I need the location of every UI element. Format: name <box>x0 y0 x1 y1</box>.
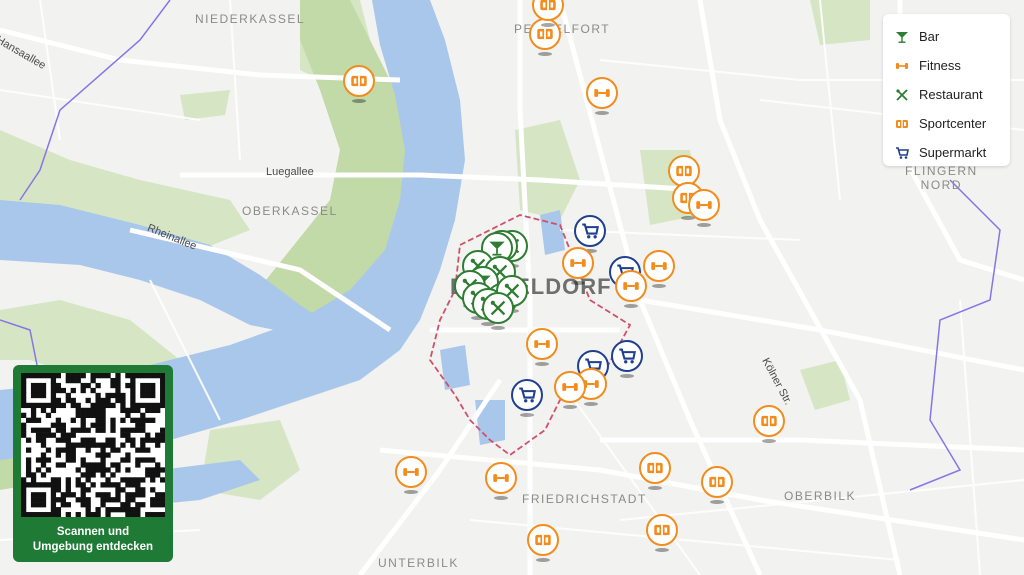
marker-shadow <box>620 374 634 378</box>
fitness-icon <box>554 371 586 403</box>
marker-shadow <box>541 23 555 27</box>
sportcenter-marker[interactable] <box>527 524 561 564</box>
fitness-icon <box>526 328 558 360</box>
fitness-icon <box>615 270 647 302</box>
fitness-icon <box>562 247 594 279</box>
fitness-marker[interactable] <box>395 456 429 496</box>
legend-label-restaurant: Restaurant <box>919 87 983 102</box>
sportcenter-icon <box>527 524 559 556</box>
legend-item-fitness[interactable]: Fitness <box>883 51 1010 80</box>
supermarkt-icon <box>574 215 606 247</box>
map-legend: Bar Fitness Restaurant Sportcenter Super… <box>883 14 1010 166</box>
sportcenter-icon <box>639 452 671 484</box>
marker-shadow <box>404 490 418 494</box>
fitness-marker[interactable] <box>526 328 560 368</box>
supermarkt-marker[interactable] <box>611 340 645 380</box>
qr-code-card[interactable]: Scannen und Umgebung entdecken <box>13 365 173 562</box>
fitness-marker[interactable] <box>615 270 649 310</box>
fitness-marker[interactable] <box>562 247 596 287</box>
marker-shadow <box>624 304 638 308</box>
marker-shadow <box>652 284 666 288</box>
marker-shadow <box>352 99 366 103</box>
marker-shadow <box>520 413 534 417</box>
sportcenter-icon <box>343 65 375 97</box>
marker-shadow <box>563 405 577 409</box>
sportcenter-marker[interactable] <box>646 514 680 554</box>
sportcenter-marker[interactable] <box>343 65 377 105</box>
fork-knife-icon <box>896 88 908 101</box>
restaurant-marker[interactable] <box>482 292 516 332</box>
sportcenter-marker[interactable] <box>701 466 735 506</box>
restaurant-icon <box>482 292 514 324</box>
marker-shadow <box>535 362 549 366</box>
cart-icon <box>896 146 909 159</box>
supermarkt-marker[interactable] <box>511 379 545 419</box>
marker-shadow <box>762 439 776 443</box>
marker-shadow <box>536 558 550 562</box>
sportcenter-icon <box>701 466 733 498</box>
qr-caption-line2: Umgebung entdecken <box>32 541 154 553</box>
sportcenter-icon <box>646 514 678 546</box>
fitness-icon <box>586 77 618 109</box>
qr-caption-line1: Scannen und <box>56 526 130 538</box>
qr-caption: Scannen und Umgebung entdecken <box>13 525 173 555</box>
marker-shadow <box>538 52 552 56</box>
fitness-icon <box>485 462 517 494</box>
legend-item-restaurant[interactable]: Restaurant <box>883 80 1010 109</box>
marker-shadow <box>697 223 711 227</box>
sportcenter-marker[interactable] <box>532 0 566 29</box>
fitness-marker[interactable] <box>586 77 620 117</box>
sportcenter-marker[interactable] <box>639 452 673 492</box>
qr-code <box>21 373 166 518</box>
sportcenter-marker[interactable] <box>753 405 787 445</box>
fitness-marker[interactable] <box>688 189 722 229</box>
marker-shadow <box>648 486 662 490</box>
supermarkt-icon <box>511 379 543 411</box>
dumbbell-icon <box>896 62 908 69</box>
marker-shadow <box>655 548 669 552</box>
legend-item-bar[interactable]: Bar <box>883 22 1010 51</box>
fitness-marker[interactable] <box>554 371 588 411</box>
cocktail-icon <box>896 31 908 43</box>
fitness-icon <box>688 189 720 221</box>
qr-code-pattern <box>21 373 166 518</box>
fitness-icon <box>395 456 427 488</box>
legend-label-supermarkt: Supermarkt <box>919 145 987 160</box>
sportcenter-icon <box>753 405 785 437</box>
legend-item-sportcenter[interactable]: Sportcenter <box>883 109 1010 138</box>
legend-item-supermarkt[interactable]: Supermarkt <box>883 138 1010 167</box>
marker-shadow <box>571 281 585 285</box>
marker-shadow <box>710 500 724 504</box>
fitness-marker[interactable] <box>485 462 519 502</box>
marker-shadow <box>494 496 508 500</box>
legend-label-fitness: Fitness <box>919 58 961 73</box>
marker-shadow <box>491 326 505 330</box>
legend-label-bar: Bar <box>919 29 940 44</box>
sportcenter-icon <box>896 119 908 128</box>
sportcenter-icon <box>532 0 564 21</box>
legend-label-sportcenter: Sportcenter <box>919 116 987 131</box>
supermarkt-icon <box>611 340 643 372</box>
marker-shadow <box>595 111 609 115</box>
